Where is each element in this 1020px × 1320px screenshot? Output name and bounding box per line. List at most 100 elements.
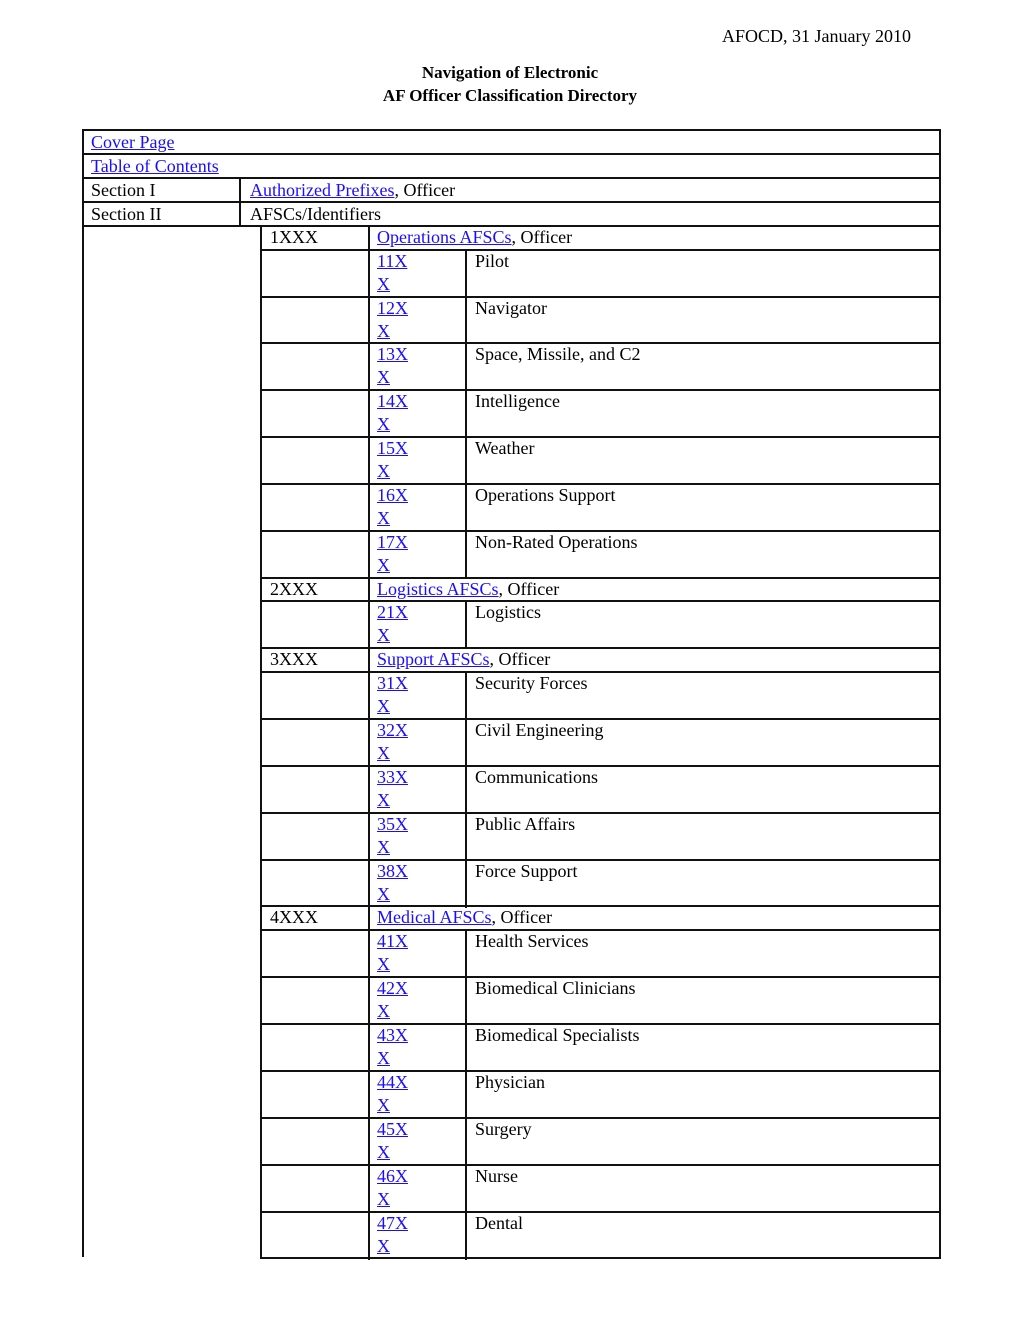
afsc-code-cell: 12X X: [377, 297, 408, 343]
afsc-link-46x[interactable]: 46X: [377, 1165, 408, 1188]
afsc-link-16x[interactable]: 16X: [377, 484, 408, 507]
afsc-link-21x-x[interactable]: X: [377, 624, 408, 647]
afsc-code-cell: 41X X: [377, 930, 408, 976]
afsc-title: Non-Rated Operations: [475, 531, 637, 554]
afsc-code-cell: 43X X: [377, 1024, 408, 1070]
afsc-title-text: Public Affairs: [475, 814, 576, 834]
afsc-title-text: Non-Rated Operations: [475, 532, 638, 552]
afsc-link-47x-x[interactable]: X: [377, 1235, 408, 1258]
afsc-title: Navigator: [475, 297, 547, 320]
table-border: [260, 389, 941, 391]
afsc-link-12x[interactable]: 12X: [377, 297, 408, 320]
afsc-code-cell: 35X X: [377, 813, 408, 859]
table-border: [368, 342, 370, 391]
afsc-link-32x[interactable]: 32X: [377, 719, 408, 742]
table-border: [260, 859, 941, 861]
afsc-title: Pilot: [475, 250, 509, 273]
table-border: [368, 812, 370, 861]
afsc-link-15x-x[interactable]: X: [377, 460, 408, 483]
table-border: [260, 647, 941, 649]
group-title: Operations AFSCs, Officer: [377, 226, 572, 249]
afsc-link-47x[interactable]: 47X: [377, 1212, 408, 1235]
table-border: [260, 1257, 941, 1259]
afsc-link-31x-x[interactable]: X: [377, 695, 408, 718]
afsc-link-38x-x[interactable]: X: [377, 883, 408, 906]
afsc-link-44x-x[interactable]: X: [377, 1094, 408, 1117]
table-border: [465, 1211, 467, 1260]
afsc-link-17x-x[interactable]: X: [377, 554, 408, 577]
afsc-code-cell: 14X X: [377, 390, 408, 436]
afsc-link-14x[interactable]: 14X: [377, 390, 408, 413]
afsc-link-16x-x[interactable]: X: [377, 507, 408, 530]
afsc-link-21x[interactable]: 21X: [377, 601, 408, 624]
table-border: [368, 671, 370, 720]
table-border: [260, 765, 941, 767]
group-link-1xxx[interactable]: Operations AFSCs: [377, 227, 512, 247]
afsc-link-14x-x[interactable]: X: [377, 413, 408, 436]
afsc-link-11x[interactable]: 11X: [377, 250, 407, 273]
afsc-link-12x-x[interactable]: X: [377, 320, 408, 343]
afsc-title-text: Surgery: [475, 1119, 532, 1139]
afsc-link-15x[interactable]: 15X: [377, 437, 408, 460]
afsc-title-text: Space, Missile, and C2: [475, 344, 641, 364]
afsc-title: Civil Engineering: [475, 719, 603, 742]
cover-page-link[interactable]: Cover Page: [91, 132, 174, 152]
afsc-code-cell: 17X X: [377, 531, 408, 577]
section1-content: Authorized Prefixes, Officer: [250, 179, 455, 202]
table-border: [465, 1164, 467, 1213]
afsc-link-45x-x[interactable]: X: [377, 1141, 408, 1164]
table-border: [368, 225, 370, 251]
table-border: [465, 929, 467, 978]
afsc-title-text: Physician: [475, 1072, 545, 1092]
afsc-link-32x-x[interactable]: X: [377, 742, 408, 765]
afsc-link-31x[interactable]: 31X: [377, 672, 408, 695]
section2-label: Section II: [91, 204, 162, 224]
afsc-link-38x[interactable]: 38X: [377, 860, 408, 883]
table-border: [465, 1023, 467, 1072]
afsc-link-42x-x[interactable]: X: [377, 1000, 408, 1023]
table-border: [260, 436, 941, 438]
afsc-code-cell: 45X X: [377, 1118, 408, 1164]
group-link-4xxx[interactable]: Medical AFSCs: [377, 907, 492, 927]
table-border: [368, 1117, 370, 1166]
table-border: [368, 1070, 370, 1119]
afsc-title-text: Health Services: [475, 931, 589, 951]
afsc-link-33x[interactable]: 33X: [377, 766, 408, 789]
table-border: [465, 859, 467, 908]
afsc-link-41x-x[interactable]: X: [377, 953, 408, 976]
afsc-code-cell: 16X X: [377, 484, 408, 530]
authorized-prefixes-link[interactable]: Authorized Prefixes: [250, 180, 394, 200]
afsc-link-17x[interactable]: 17X: [377, 531, 408, 554]
afsc-link-13x[interactable]: 13X: [377, 343, 408, 366]
group-link-3xxx[interactable]: Support AFSCs: [377, 649, 490, 669]
afsc-link-45x[interactable]: 45X: [377, 1118, 408, 1141]
group-link-2xxx[interactable]: Logistics AFSCs: [377, 579, 499, 599]
afsc-link-33x-x[interactable]: X: [377, 789, 408, 812]
afsc-link-43x-x[interactable]: X: [377, 1047, 408, 1070]
table-of-contents-link[interactable]: Table of Contents: [91, 156, 219, 176]
afsc-link-42x[interactable]: 42X: [377, 977, 408, 1000]
table-border: [260, 1070, 941, 1072]
afsc-link-41x[interactable]: 41X: [377, 930, 408, 953]
table-border: [465, 718, 467, 767]
afsc-link-13x-x[interactable]: X: [377, 366, 408, 389]
group-title: Medical AFSCs, Officer: [377, 906, 552, 929]
afsc-link-43x[interactable]: 43X: [377, 1024, 408, 1047]
afsc-link-35x[interactable]: 35X: [377, 813, 408, 836]
table-border: [82, 201, 941, 203]
table-border: [465, 342, 467, 391]
afsc-link-44x[interactable]: 44X: [377, 1071, 408, 1094]
group-suffix: , Officer: [491, 907, 553, 927]
table-border: [239, 177, 241, 227]
afsc-code-cell: 32X X: [377, 719, 408, 765]
group-suffix: , Officer: [489, 649, 551, 669]
table-border: [465, 296, 467, 345]
afsc-title: Dental: [475, 1212, 523, 1235]
afsc-link-46x-x[interactable]: X: [377, 1188, 408, 1211]
table-border: [368, 765, 370, 814]
table-border: [465, 600, 467, 649]
afsc-link-35x-x[interactable]: X: [377, 836, 408, 859]
afsc-link-11x-x[interactable]: X: [377, 273, 407, 296]
group-title: Support AFSCs, Officer: [377, 648, 550, 671]
afsc-title-text: Communications: [475, 767, 598, 787]
